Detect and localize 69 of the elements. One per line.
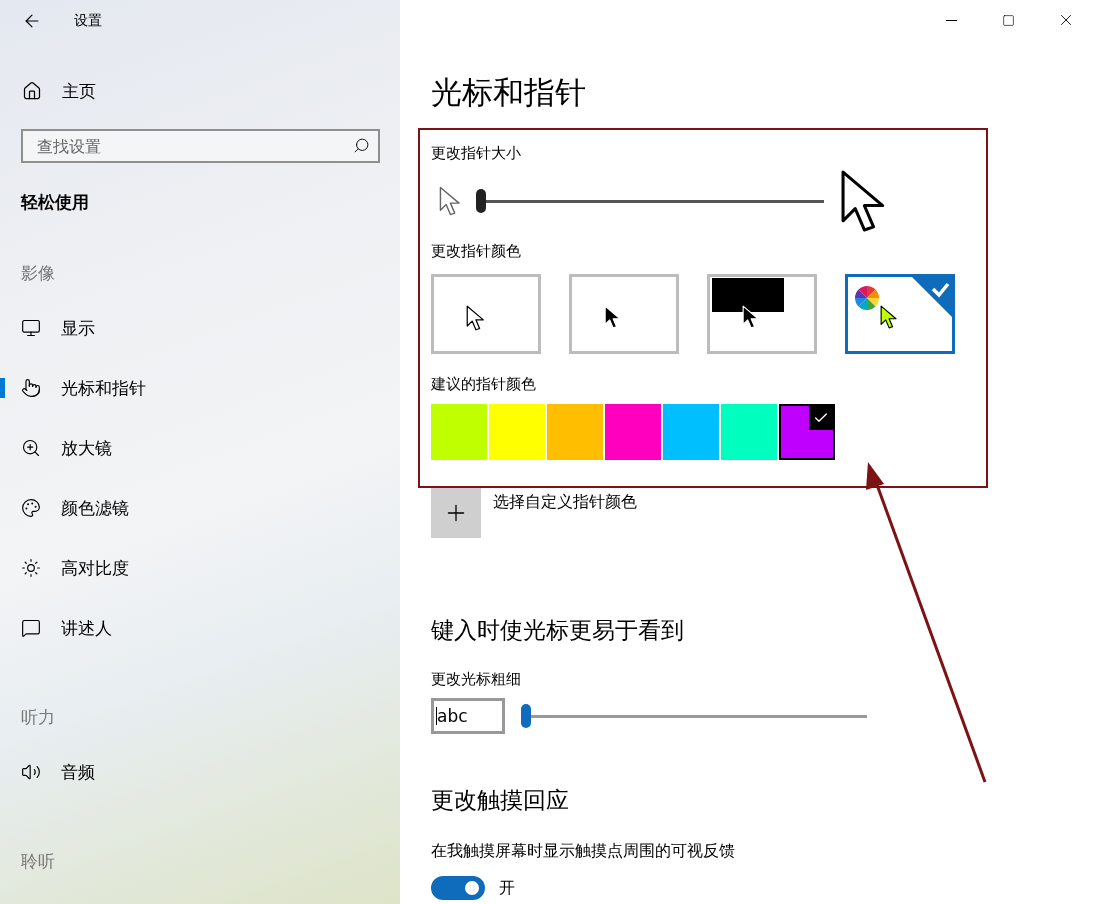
nav-item[interactable]: 讲述人 — [0, 598, 400, 658]
section-title: 键入时使光标更易于看到 — [431, 616, 685, 645]
lime-cursor-icon — [880, 305, 898, 329]
hand-pointer-icon — [21, 378, 41, 398]
touch-feedback-label: 在我触摸屏幕时显示触摸点周围的可视反馈 — [431, 840, 736, 862]
small-cursor-icon — [439, 186, 461, 216]
palette-icon — [21, 498, 41, 518]
filled-cursor-icon — [604, 305, 622, 329]
pointer-color-label: 更改指针颜色 — [431, 241, 522, 262]
search-field[interactable]: 查找设置 — [21, 129, 380, 163]
cursor-thickness-label: 更改光标粗细 — [431, 669, 522, 690]
page-title: 光标和指针 — [431, 73, 587, 112]
pointer-size-label: 更改指针大小 — [431, 143, 522, 164]
check-corner-icon — [912, 277, 952, 317]
sun-icon — [21, 558, 41, 578]
check-icon — [809, 406, 833, 430]
home-label: 主页 — [62, 79, 96, 103]
pointer-style-tile[interactable] — [431, 274, 541, 354]
nav-label: 光标和指针 — [61, 376, 146, 400]
slider-thumb[interactable] — [476, 189, 487, 213]
pointer-style-tile[interactable] — [845, 274, 955, 354]
color-swatch[interactable] — [489, 404, 545, 460]
nav-item[interactable]: 音频 — [0, 742, 400, 802]
home-icon — [22, 81, 42, 101]
color-swatch[interactable] — [547, 404, 603, 460]
nav-item[interactable]: 放大镜 — [0, 418, 400, 478]
toggle-state: 开 — [499, 877, 515, 899]
nav-label: 放大镜 — [61, 436, 112, 460]
group-title: 影像 — [21, 262, 56, 284]
color-swatch[interactable] — [605, 404, 661, 460]
custom-color-label: 选择自定义指针颜色 — [493, 492, 637, 513]
dark-rectangle — [712, 278, 784, 312]
nav-item[interactable]: 高对比度 — [0, 538, 400, 598]
cursor-preview-field: abc — [431, 698, 505, 734]
add-custom-color-button[interactable] — [431, 488, 481, 538]
search-icon — [353, 137, 370, 154]
color-swatch[interactable] — [663, 404, 719, 460]
section-title: 更改触摸回应 — [431, 786, 570, 815]
window-title: 设置 — [74, 12, 102, 30]
color-swatch[interactable] — [431, 404, 487, 460]
pointer-style-tile[interactable] — [569, 274, 679, 354]
nav-label: 讲述人 — [61, 616, 112, 640]
large-cursor-icon — [840, 169, 887, 233]
minimize-icon — [946, 19, 957, 21]
pointer-style-tile[interactable] — [707, 274, 817, 354]
group-title: 聆听 — [21, 850, 56, 872]
slider-thumb[interactable] — [521, 704, 531, 728]
suggested-colors-label: 建议的指针颜色 — [431, 374, 537, 395]
nav-item[interactable]: 显示 — [0, 298, 400, 358]
nav-label: 音频 — [61, 760, 95, 784]
inverted-cursor-icon — [742, 305, 760, 329]
color-wheel-icon — [854, 285, 880, 311]
nav-label: 显示 — [61, 316, 95, 340]
monitor-icon — [21, 318, 41, 338]
nav-item[interactable]: 光标和指针 — [0, 358, 400, 418]
maximize-icon — [1002, 13, 1015, 27]
speaker-icon — [21, 762, 41, 782]
nav-label: 颜色滤镜 — [61, 496, 129, 520]
speech-bubble-icon — [21, 618, 41, 638]
nav-item[interactable]: 颜色滤镜 — [0, 478, 400, 538]
color-swatch[interactable] — [779, 404, 835, 460]
color-swatch[interactable] — [721, 404, 777, 460]
home-nav-item[interactable]: 主页 — [0, 70, 400, 112]
toggle-switch[interactable] — [431, 876, 485, 900]
outlined-cursor-icon — [466, 305, 485, 331]
zoom-in-icon — [21, 438, 41, 458]
category-title: 轻松使用 — [21, 191, 90, 214]
group-title: 听力 — [21, 706, 56, 728]
nav-label: 高对比度 — [61, 556, 129, 580]
